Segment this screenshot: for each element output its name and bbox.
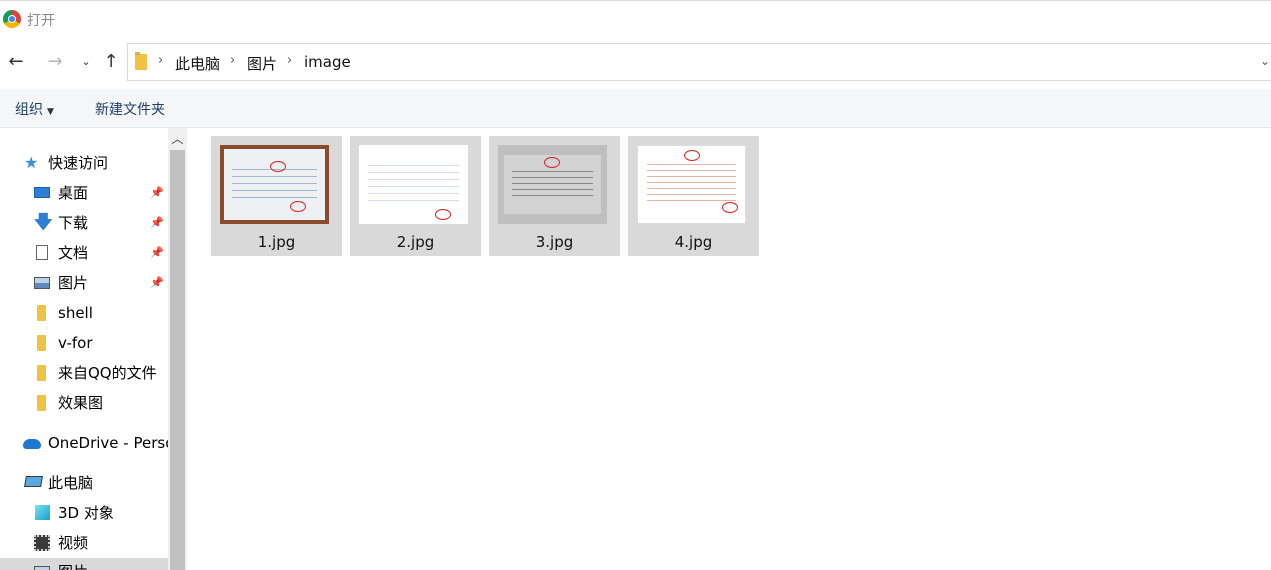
image-thumbnail: [220, 145, 329, 224]
address-dropdown-icon[interactable]: ⌄: [1260, 54, 1270, 68]
desktop-icon: [34, 187, 50, 198]
file-name: 4.jpg: [674, 233, 713, 251]
chevron-down-icon: ⌄: [81, 55, 91, 68]
file-item[interactable]: 3.jpg: [489, 136, 620, 256]
sidebar-item-qq-files[interactable]: 来自QQ的文件: [0, 359, 168, 387]
file-name: 1.jpg: [257, 233, 296, 251]
folder-icon: [37, 305, 46, 321]
sidebar-item-label: 来自QQ的文件: [58, 364, 157, 382]
breadcrumb-separator[interactable]: ›: [287, 53, 292, 68]
title-bar: 打开: [0, 0, 1271, 38]
sidebar-item-label: 此电脑: [48, 474, 94, 492]
breadcrumb-separator[interactable]: ›: [230, 53, 235, 68]
organize-label: 组织: [15, 102, 43, 118]
breadcrumb-image[interactable]: image: [304, 53, 351, 71]
sidebar-item-this-pc[interactable]: 此电脑: [0, 469, 168, 497]
file-name: 3.jpg: [535, 233, 574, 251]
sidebar-item-label: 图片: [58, 274, 89, 292]
file-item[interactable]: 1.jpg: [211, 136, 342, 256]
organize-button[interactable]: 组织 ▼: [15, 99, 54, 119]
sidebar-item-label: 文档: [58, 244, 89, 262]
window-title: 打开: [27, 13, 55, 29]
recent-locations-button[interactable]: ⌄: [74, 50, 98, 74]
navigation-pane: ★ 快速访问 桌面 📌 🡇 下载 📌 文档 📌 图片 📌 shell v-for…: [0, 128, 168, 570]
breadcrumb-pictures[interactable]: 图片: [247, 53, 277, 74]
sidebar-item-downloads[interactable]: 🡇 下载 📌: [0, 209, 168, 237]
sidebar-item-label: 视频: [58, 534, 89, 552]
sidebar-item-label: 下载: [58, 214, 89, 232]
chrome-icon: [3, 10, 21, 28]
sidebar-scrollbar[interactable]: ︿: [168, 128, 187, 570]
video-icon: [34, 535, 50, 551]
file-list-view[interactable]: 1.jpg 2.jpg 3.jpg 4.jpg: [187, 128, 1271, 570]
back-button[interactable]: ←: [4, 50, 28, 74]
folder-icon: [37, 395, 46, 411]
sidebar-item-pictures[interactable]: 图片 📌: [0, 269, 168, 297]
scrollbar-thumb[interactable]: [170, 150, 185, 570]
sidebar-item-label: 图片: [58, 558, 88, 570]
pictures-icon: [34, 277, 50, 289]
file-name: 2.jpg: [396, 233, 435, 251]
pin-icon: 📌: [150, 186, 164, 199]
sidebar-item-documents[interactable]: 文档 📌: [0, 239, 168, 267]
new-folder-button[interactable]: 新建文件夹: [95, 99, 165, 119]
arrow-right-icon: →: [47, 51, 63, 72]
arrow-up-icon: ↑: [103, 51, 119, 72]
cube-3d-icon: [35, 505, 50, 520]
sidebar-item-videos[interactable]: 视频: [0, 529, 168, 557]
up-button[interactable]: ↑: [99, 50, 123, 74]
command-toolbar: 组织 ▼ 新建文件夹: [0, 89, 1271, 128]
sidebar-item-pictures-pc[interactable]: 图片: [0, 558, 168, 570]
cloud-icon: [23, 439, 41, 449]
address-bar[interactable]: › 此电脑 › 图片 › image ⌄: [127, 43, 1271, 81]
sidebar-item-label: v-for: [58, 334, 93, 352]
sidebar-item-label: 快速访问: [48, 154, 109, 172]
breadcrumb-this-pc[interactable]: 此电脑: [175, 53, 220, 74]
sidebar-item-v-for[interactable]: v-for: [0, 329, 168, 357]
sidebar-item-desktop[interactable]: 桌面 📌: [0, 179, 168, 207]
forward-button[interactable]: →: [43, 50, 67, 74]
pin-icon: 📌: [150, 216, 164, 229]
image-thumbnail: [498, 145, 607, 224]
arrow-left-icon: ←: [8, 51, 24, 72]
sidebar-item-label: shell: [58, 304, 93, 322]
scroll-up-arrow-icon[interactable]: ︿: [168, 130, 187, 148]
pin-icon: 📌: [150, 246, 164, 259]
sidebar-item-quick-access[interactable]: ★ 快速访问: [0, 149, 168, 177]
file-item[interactable]: 4.jpg: [628, 136, 759, 256]
sidebar-item-label: 3D 对象: [58, 504, 114, 522]
sidebar-item-label: OneDrive - Perso: [48, 434, 168, 452]
sidebar-item-renderings[interactable]: 效果图: [0, 389, 168, 417]
image-thumbnail: [637, 145, 746, 224]
sidebar-item-label: 桌面: [58, 184, 89, 202]
download-icon: 🡇: [34, 212, 53, 233]
file-item[interactable]: 2.jpg: [350, 136, 481, 256]
sidebar-item-label: 效果图: [58, 394, 104, 412]
pin-icon: 📌: [150, 276, 164, 289]
document-icon: [36, 245, 48, 260]
caret-down-icon: ▼: [47, 107, 54, 117]
breadcrumb-separator[interactable]: ›: [158, 53, 163, 68]
pictures-icon: [34, 566, 50, 570]
folder-icon: [37, 335, 46, 351]
star-icon: ★: [24, 153, 39, 172]
sidebar-item-onedrive[interactable]: OneDrive - Perso: [0, 429, 168, 457]
folder-icon: [135, 52, 147, 70]
folder-icon: [37, 365, 46, 381]
sidebar-item-shell[interactable]: shell: [0, 299, 168, 327]
sidebar-item-3d-objects[interactable]: 3D 对象: [0, 499, 168, 527]
computer-icon: [24, 476, 43, 487]
image-thumbnail: [359, 145, 468, 224]
